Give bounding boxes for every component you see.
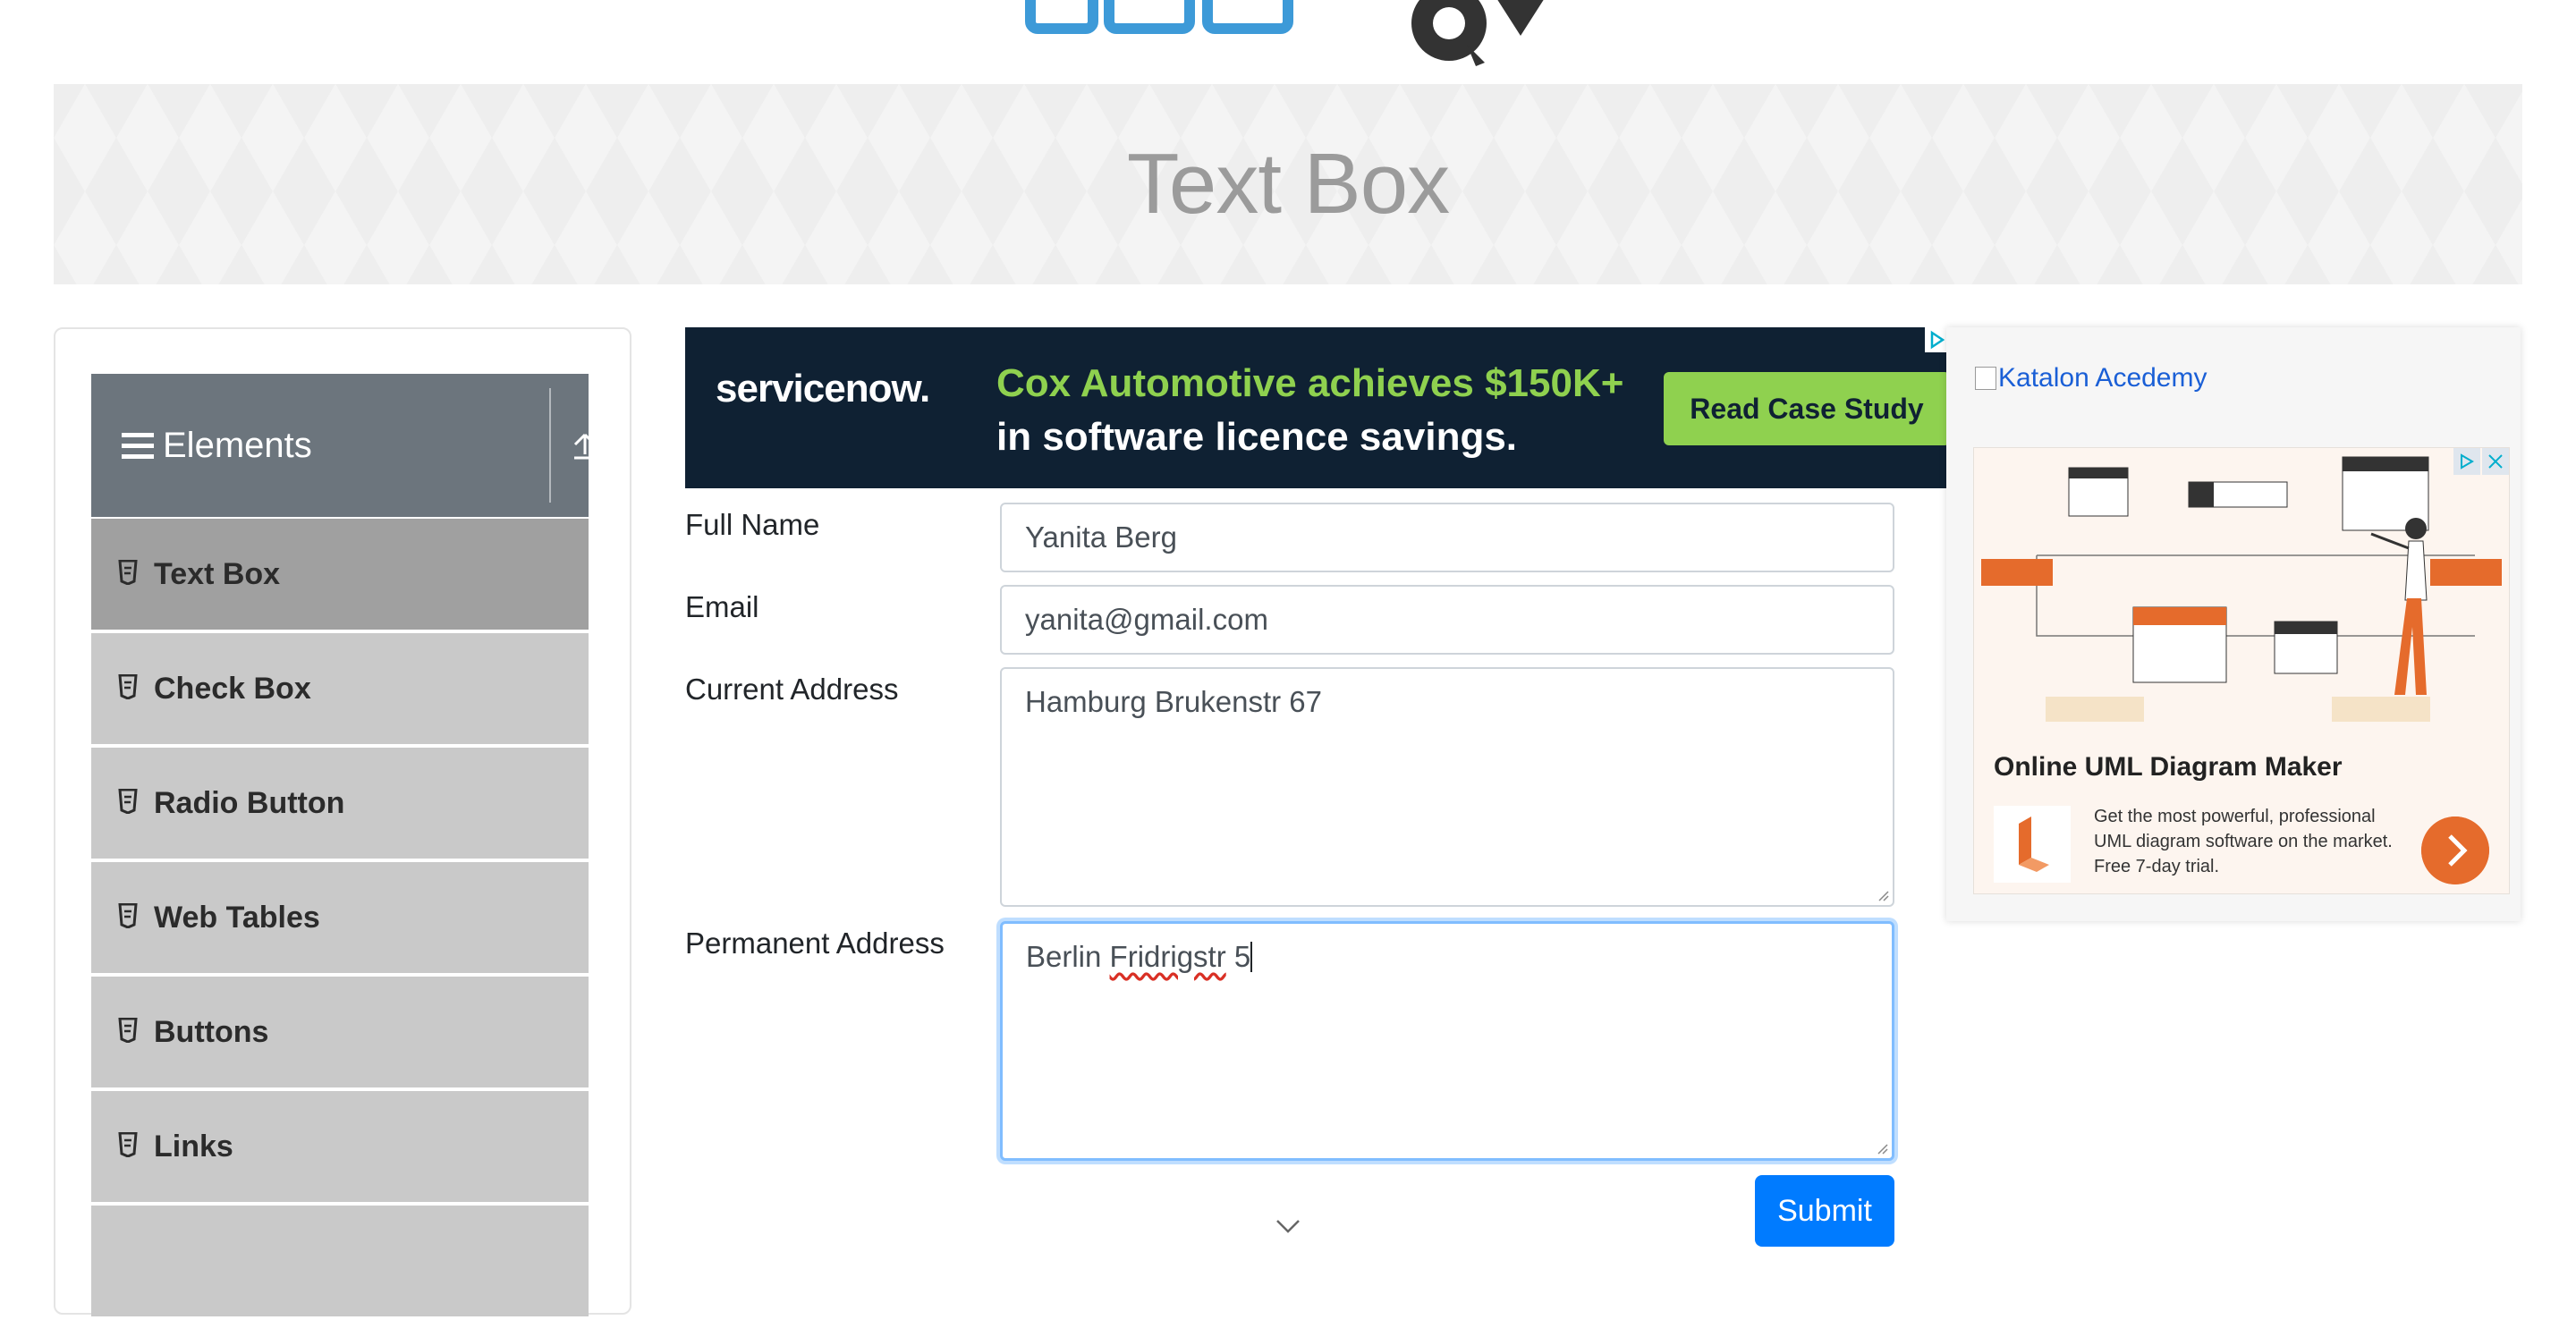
permanent-address-label: Permanent Address	[685, 927, 945, 960]
sidebar-item-label: Buttons	[154, 1014, 269, 1049]
sidebar-item-web-tables[interactable]: Web Tables	[91, 862, 589, 977]
upload-icon[interactable]	[567, 427, 603, 463]
sidebar-item-check-box[interactable]: Check Box	[91, 633, 589, 748]
sidebar-item-buttons[interactable]: Buttons	[91, 977, 589, 1091]
sidebar-item-label: Links	[154, 1129, 233, 1163]
html5-icon	[118, 1132, 138, 1157]
resize-handle-icon[interactable]	[1874, 1140, 1888, 1155]
current-address-text: Hamburg Brukenstr 67	[1025, 685, 1322, 718]
uml-ad-card[interactable]: Online UML Diagram Maker Get the most po…	[1973, 447, 2510, 894]
ad-title: Online UML Diagram Maker	[1994, 752, 2343, 782]
left-panel: Elements Text Box Check Box Radio Button…	[54, 327, 631, 1320]
full-name-label: Full Name	[685, 508, 820, 541]
sidebar-item-label: Check Box	[154, 671, 311, 706]
submit-button[interactable]: Submit	[1755, 1175, 1894, 1247]
resize-handle-icon[interactable]	[1875, 887, 1889, 901]
permanent-address-text-suffix: 5	[1225, 940, 1251, 973]
sidebar-item-label: Radio Button	[154, 785, 345, 820]
chevron-right-icon[interactable]	[2421, 817, 2489, 884]
ad-description: Get the most powerful, professional UML …	[2094, 807, 2393, 876]
side-ad[interactable]: Katalon Acedemy Online UML Diagram Maker…	[1946, 327, 2521, 921]
servicenow-ad[interactable]: servicenow. Cox Automotive achieves $150…	[685, 327, 1950, 488]
page-banner: Text Box	[54, 84, 2522, 284]
text-caret	[1250, 942, 1253, 972]
email-label: Email	[685, 590, 759, 623]
current-address-label: Current Address	[685, 673, 899, 706]
html5-icon	[118, 789, 138, 814]
sidebar-item-links[interactable]: Links	[91, 1091, 589, 1206]
sidebar-item-label: Web Tables	[154, 900, 320, 935]
html5-icon	[118, 1018, 138, 1043]
email-input[interactable]: yanita@gmail.com	[1000, 585, 1894, 655]
page-title: Text Box	[1126, 136, 1450, 232]
sidebar-item-text-box[interactable]: Text Box	[91, 519, 589, 633]
lucidchart-logo-icon	[1994, 806, 2071, 883]
ad-headline-line1: Cox Automotive achieves $150K+	[996, 361, 1624, 405]
broken-image-alt: Katalon Acedemy	[1998, 363, 2207, 393]
sidebar-item-next[interactable]	[91, 1206, 589, 1320]
html5-icon	[118, 560, 138, 585]
site-logo[interactable]	[1020, 0, 1592, 72]
permanent-address-textarea[interactable]: Berlin Fridrigstr 5	[1000, 921, 1894, 1161]
hamburger-icon	[122, 433, 154, 460]
read-case-study-button[interactable]: Read Case Study	[1664, 372, 1950, 445]
current-address-textarea[interactable]: Hamburg Brukenstr 67	[1000, 667, 1894, 907]
broken-image-icon	[1975, 367, 1996, 390]
ad-close-icons[interactable]	[2453, 448, 2509, 475]
misspelled-word: Fridrigstr	[1109, 940, 1226, 973]
sidebar-item-label: Text Box	[154, 556, 281, 591]
uml-diagram-illustration	[1974, 448, 2509, 743]
sidebar-item-radio-button[interactable]: Radio Button	[91, 748, 589, 862]
permanent-address-text-prefix: Berlin	[1026, 940, 1110, 973]
html5-icon	[118, 903, 138, 928]
html5-icon	[118, 674, 138, 699]
ad-brand: servicenow.	[716, 367, 930, 410]
chevron-down-icon[interactable]	[1275, 1218, 1301, 1234]
full-name-input[interactable]: Yanita Berg	[1000, 503, 1894, 572]
header-divider	[549, 388, 551, 503]
broken-image-link[interactable]: Katalon Acedemy	[1975, 363, 2207, 393]
group-title: Elements	[163, 426, 312, 465]
ad-headline-line2: in software licence savings.	[996, 415, 1518, 459]
elements-group-header[interactable]: Elements	[91, 374, 597, 517]
